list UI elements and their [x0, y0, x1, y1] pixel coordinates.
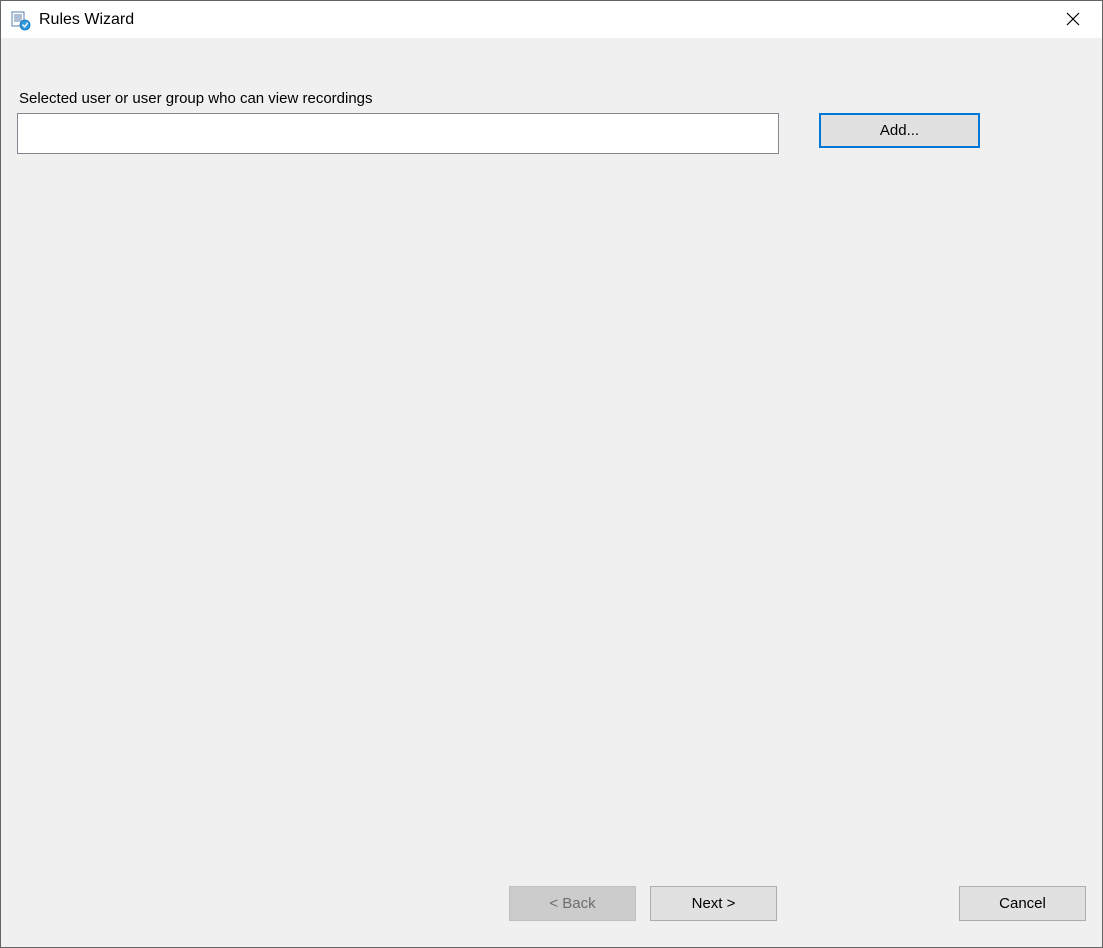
title-bar: Rules Wizard — [1, 1, 1102, 39]
selected-users-input[interactable] — [17, 113, 779, 154]
wizard-content: Selected user or user group who can view… — [1, 38, 1102, 947]
cancel-button[interactable]: Cancel — [959, 886, 1086, 921]
add-button[interactable]: Add... — [819, 113, 980, 148]
close-icon — [1066, 12, 1080, 29]
window-title: Rules Wizard — [39, 1, 1044, 39]
close-button[interactable] — [1044, 1, 1102, 39]
back-button: < Back — [509, 886, 636, 921]
wizard-button-bar: < Back Next > Cancel — [17, 886, 1086, 921]
next-button[interactable]: Next > — [650, 886, 777, 921]
field-row: Add... — [17, 113, 1086, 154]
selected-users-label: Selected user or user group who can view… — [19, 90, 1086, 107]
wizard-icon — [11, 11, 31, 31]
